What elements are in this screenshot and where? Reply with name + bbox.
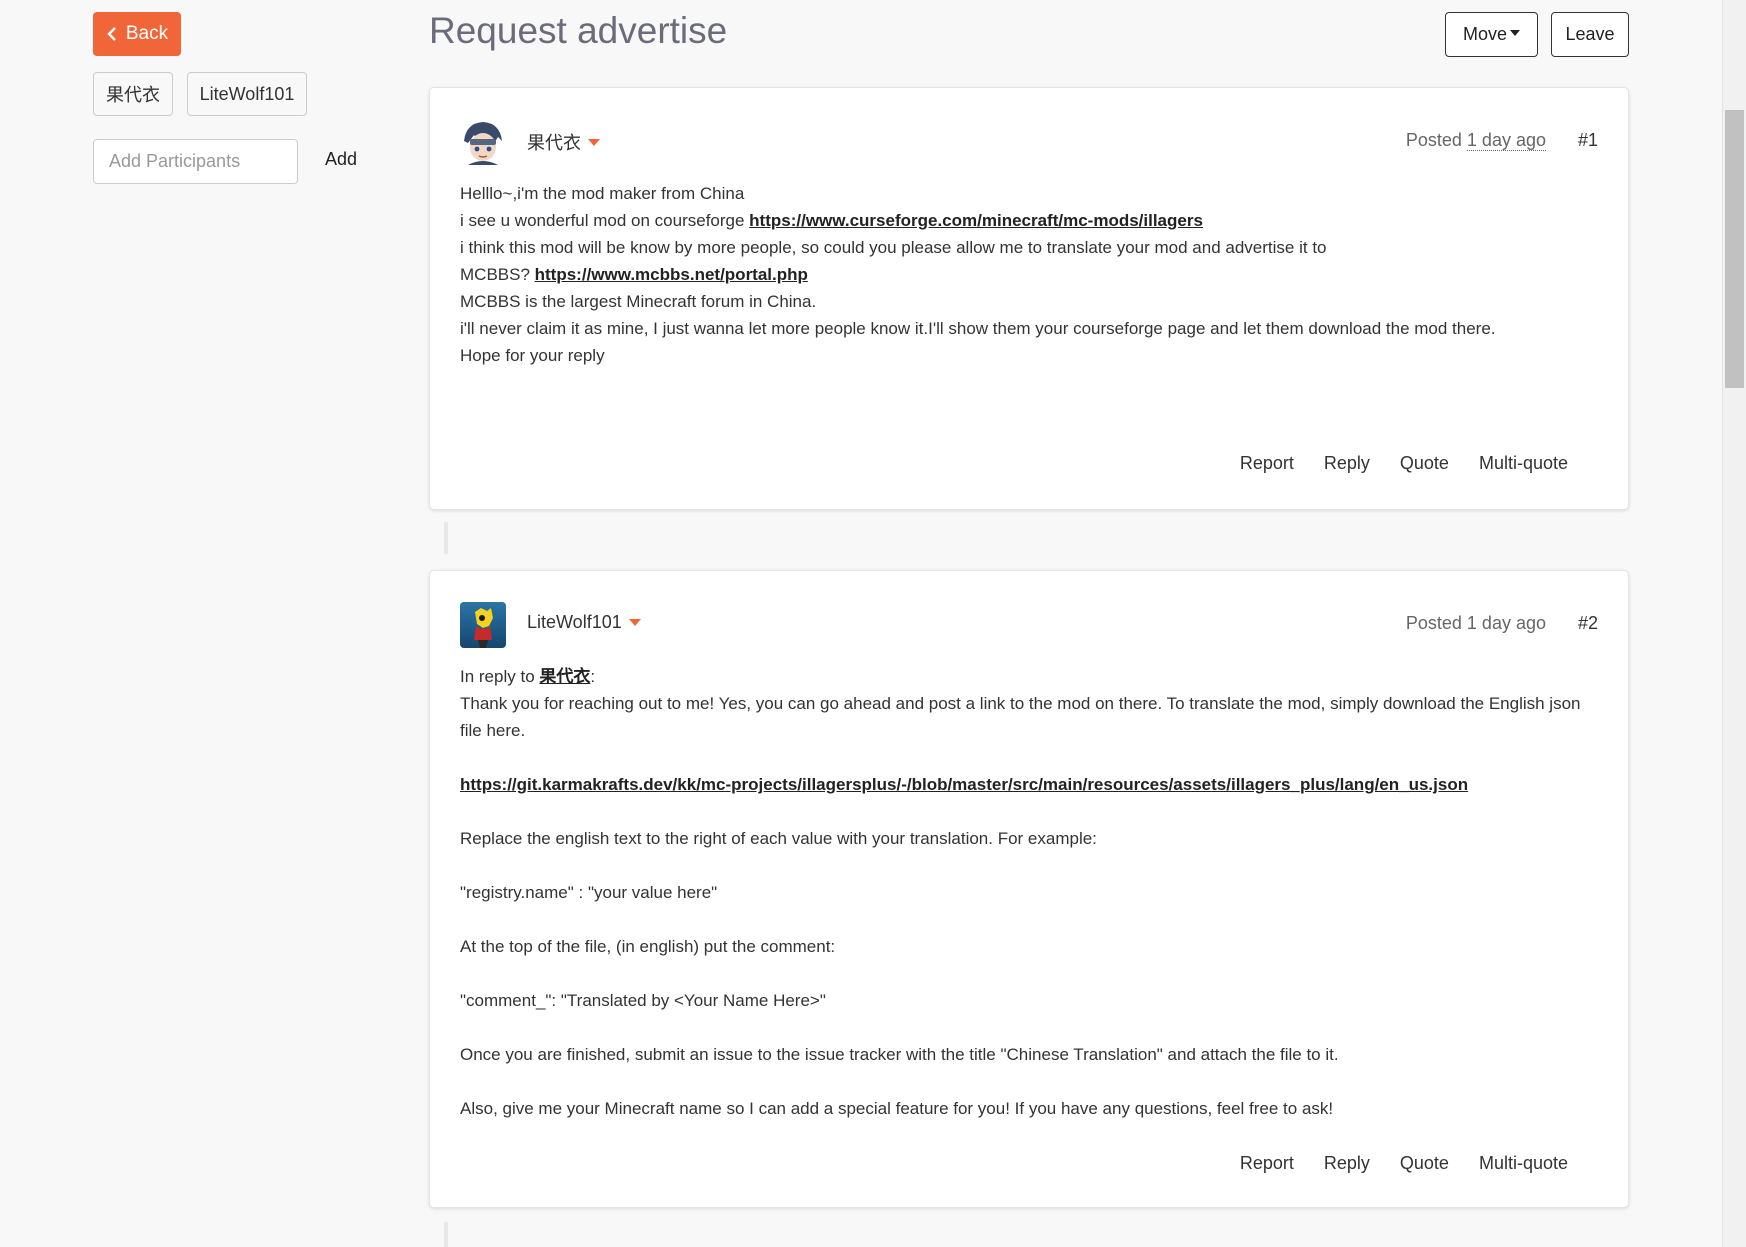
post-text: "comment_": "Translated by <Your Name He… (460, 991, 826, 1010)
post-body: Helllo~,i'm the mod maker from China i s… (460, 180, 1598, 369)
post-text: Thank you for reaching out to me! Yes, y… (460, 694, 1581, 740)
caret-down-icon (628, 619, 641, 626)
reply-reference: In reply to 果代衣: (460, 663, 1598, 690)
chevron-left-icon (107, 27, 116, 41)
quote-button[interactable]: Quote (1400, 453, 1449, 474)
scrollbar-thumb[interactable] (1725, 110, 1744, 388)
post-timestamp: Posted 1 day ago (1406, 613, 1546, 634)
posted-ago: 1 day ago (1466, 613, 1546, 633)
reply-colon: : (590, 667, 596, 686)
post-body: In reply to 果代衣: Thank you for reaching … (460, 663, 1598, 1122)
multi-quote-button[interactable]: Multi-quote (1479, 1153, 1568, 1174)
participant-chip[interactable]: 果代衣 (93, 72, 173, 116)
add-participant-button[interactable]: Add (325, 149, 357, 170)
reply-button[interactable]: Reply (1324, 1153, 1370, 1174)
post-text: i see u wonderful mod on courseforge htt… (460, 207, 1598, 234)
posted-ago: 1 day ago (1466, 130, 1546, 151)
post-timestamp: Posted 1 day ago (1406, 130, 1546, 151)
caret-down-icon (1510, 30, 1520, 36)
translation-file-link[interactable]: https://git.karmakrafts.dev/kk/mc-projec… (460, 775, 1468, 794)
move-button[interactable]: Move (1445, 12, 1538, 57)
report-button[interactable]: Report (1240, 453, 1294, 474)
post-text: Replace the english text to the right of… (460, 829, 1097, 848)
thread-connector (444, 1222, 448, 1247)
post-author[interactable]: 果代衣 (527, 129, 600, 155)
back-button[interactable]: Back (93, 12, 181, 56)
post-text: i think this mod will be know by more pe… (460, 238, 1327, 257)
participant-chip[interactable]: LiteWolf101 (187, 72, 307, 116)
reply-prefix: In reply to (460, 667, 540, 686)
posted-label: Posted (1405, 130, 1462, 150)
post-author[interactable]: LiteWolf101 (527, 612, 641, 633)
post-text: i'll never claim it as mine, I just wann… (460, 319, 1496, 338)
post-author-name: LiteWolf101 (527, 612, 622, 632)
post-number[interactable]: #1 (1578, 130, 1598, 151)
post-text: Once you are finished, submit an issue t… (460, 1045, 1339, 1064)
post-text: "registry.name" : "your value here" (460, 883, 718, 902)
thread-connector (444, 522, 448, 554)
back-button-label: Back (125, 23, 169, 44)
avatar[interactable] (460, 602, 506, 648)
mcbbs-link[interactable]: https://www.mcbbs.net/portal.php (535, 265, 808, 284)
post-actions: Report Reply Quote Multi-quote (1240, 1153, 1568, 1174)
post-author-name: 果代衣 (527, 133, 581, 153)
add-participants-input[interactable] (93, 139, 298, 184)
post-text-fragment: i see u wonderful mod on courseforge (460, 211, 750, 230)
leave-button[interactable]: Leave (1551, 12, 1629, 57)
post-text: Also, give me your Minecraft name so I c… (460, 1099, 1334, 1118)
post-number[interactable]: #2 (1578, 613, 1598, 634)
multi-quote-button[interactable]: Multi-quote (1479, 453, 1568, 474)
quote-button[interactable]: Quote (1400, 1153, 1449, 1174)
post-actions: Report Reply Quote Multi-quote (1240, 453, 1568, 474)
reply-user-link[interactable]: 果代衣 (539, 667, 590, 686)
post-text: MCBBS? https://www.mcbbs.net/portal.php (460, 261, 1598, 288)
reply-button[interactable]: Reply (1324, 453, 1370, 474)
post-text: MCBBS is the largest Minecraft forum in … (460, 292, 817, 311)
post-text: https://git.karmakrafts.dev/kk/mc-projec… (460, 771, 1598, 798)
post-card: LiteWolf101 Posted 1 day ago #2 In reply… (429, 570, 1629, 1208)
posted-label: Posted (1405, 613, 1462, 633)
vertical-scrollbar[interactable] (1722, 0, 1746, 1247)
post-text: Helllo~,i'm the mod maker from China (460, 184, 745, 203)
move-button-label: Move (1462, 24, 1507, 44)
post-card: 果代衣 Posted 1 day ago #1 Helllo~,i'm the … (429, 87, 1629, 510)
post-text: Hope for your reply (460, 346, 605, 365)
avatar[interactable] (460, 119, 506, 165)
caret-down-icon (588, 138, 600, 146)
post-text: At the top of the file, (in english) put… (460, 937, 836, 956)
post-text-fragment: MCBBS? (460, 265, 535, 284)
curseforge-link[interactable]: https://www.curseforge.com/minecraft/mc-… (749, 211, 1203, 230)
report-button[interactable]: Report (1240, 1153, 1294, 1174)
page-title: Request advertise (429, 10, 728, 51)
